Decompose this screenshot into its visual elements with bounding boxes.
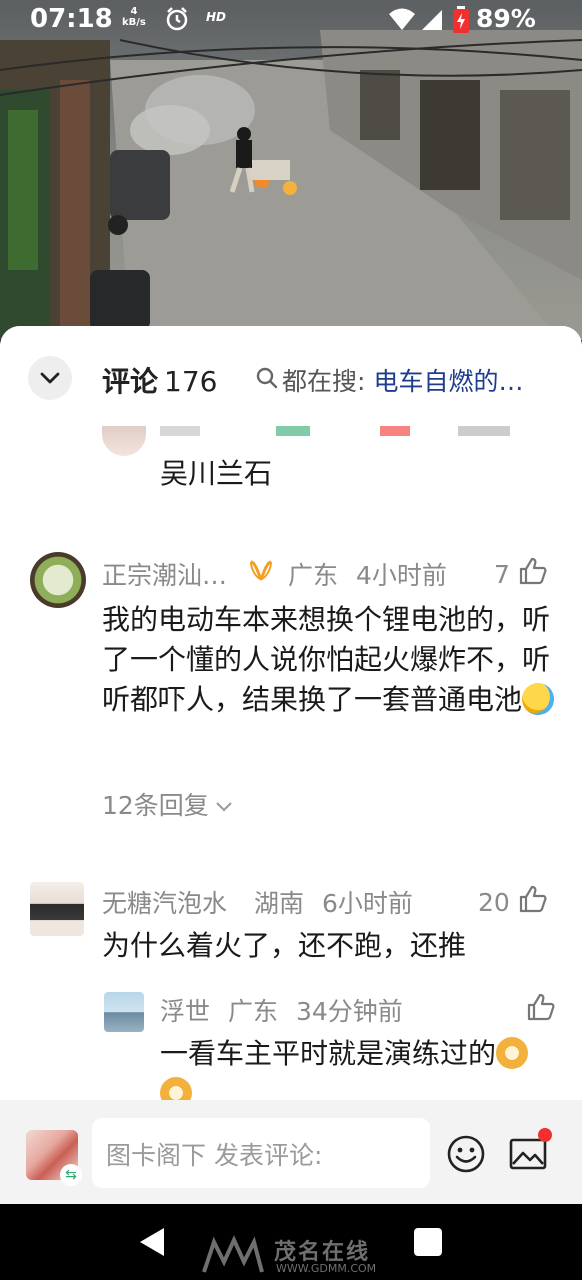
comment-author[interactable]: 无糖汽泡水 <box>102 884 227 920</box>
replies-count: 12条回复 <box>102 791 209 820</box>
video-frame <box>0 30 582 340</box>
smiley-icon[interactable] <box>446 1134 486 1178</box>
comment-location: 广东 <box>288 561 339 590</box>
search-icon <box>256 366 278 395</box>
reply-author[interactable]: 浮世 <box>160 992 210 1028</box>
status-bar: 07:18 4 kB/s HD 89% <box>0 0 582 40</box>
back-icon[interactable] <box>138 1226 166 1262</box>
network-speed-unit: kB/s <box>122 17 146 28</box>
comment-author[interactable]: 正宗潮汕… <box>102 556 227 592</box>
avatar[interactable] <box>30 882 84 936</box>
reply-meta: 广东 34分钟前 <box>228 992 403 1028</box>
comments-header: 评论 176 都在搜: 电车自燃的… <box>0 326 582 426</box>
comment-input[interactable]: 图卡阁下 发表评论: <box>92 1118 430 1188</box>
thumbs-up-icon <box>510 556 548 592</box>
comment-time: 4小时前 <box>355 561 447 590</box>
comments-sheet: 评论 176 都在搜: 电车自燃的… 吴川兰石 正宗潮汕… 广东 4小时前 7 我… <box>0 326 582 1200</box>
scrolled-comment-header <box>100 426 560 448</box>
comment-body: 我的电动车本来想换个锂电池的，听了一个懂的人说你怕起火爆炸不，听听都吓人，结果换… <box>102 603 551 716</box>
network-speed: 4 kB/s <box>122 6 146 28</box>
comment-text: 为什么着火了，还不跑，还推 <box>102 929 467 962</box>
notification-dot <box>538 1128 552 1142</box>
watermark-url: WWW.GDMM.COM <box>276 1262 377 1275</box>
comment-meta: 广东 4小时前 <box>288 556 447 592</box>
badge-icon <box>248 559 274 587</box>
like-button[interactable]: 7 <box>494 556 548 592</box>
reply-location: 广东 <box>228 997 279 1026</box>
comment-text: 吴川兰石 <box>160 457 273 490</box>
expand-replies-button[interactable]: 12条回复 <box>102 786 233 822</box>
recent-apps-icon[interactable] <box>414 1228 442 1256</box>
collapse-button[interactable] <box>28 356 72 400</box>
battery-percent: 89% <box>476 4 536 33</box>
reply-body: 一看车主平时就是演练过的 <box>160 1037 497 1070</box>
like-count: 20 <box>478 887 510 917</box>
video-player[interactable]: 07:18 4 kB/s HD 89% <box>0 0 582 340</box>
comments-title: 评论 176 <box>102 360 217 400</box>
comments-title-label: 评论 <box>102 365 159 398</box>
comment-meta: 湖南 6小时前 <box>254 884 413 920</box>
network-speed-value: 4 <box>130 6 138 17</box>
avatar[interactable] <box>104 992 144 1032</box>
thumbs-up-icon <box>510 884 548 920</box>
hd-indicator: HD <box>206 10 227 24</box>
like-count: 7 <box>494 559 510 589</box>
search-keyword[interactable]: 电车自燃的… <box>373 362 523 398</box>
like-button[interactable] <box>518 992 556 1028</box>
switch-account-icon[interactable]: ⇆ <box>60 1164 82 1186</box>
chevron-down-icon <box>209 790 233 819</box>
system-nav-bar: 茂名在线 WWW.GDMM.COM <box>0 1204 582 1280</box>
chevron-down-icon <box>40 369 60 388</box>
reply-time: 34分钟前 <box>295 997 403 1026</box>
comment-time: 6小时前 <box>321 889 413 918</box>
doge-emoji-icon <box>496 1037 529 1069</box>
like-button[interactable]: 20 <box>478 884 548 920</box>
search-label: 都在搜: <box>282 367 366 396</box>
comment-input-bar: ⇆ 图卡阁下 发表评论: <box>0 1100 582 1204</box>
comment-text: 我的电动车本来想换个锂电池的，听了一个懂的人说你怕起火爆炸不，听听都吓人，结果换… <box>102 600 560 720</box>
avatar[interactable] <box>30 552 86 608</box>
laugh-cry-emoji-icon <box>522 683 555 715</box>
comments-count: 176 <box>164 365 218 398</box>
thumbs-up-icon <box>518 992 556 1028</box>
trending-search[interactable]: 都在搜: 电车自燃的… <box>256 362 523 398</box>
comment-location: 湖南 <box>254 889 305 918</box>
watermark-logo-icon <box>200 1234 266 1278</box>
clock: 07:18 <box>30 4 113 34</box>
